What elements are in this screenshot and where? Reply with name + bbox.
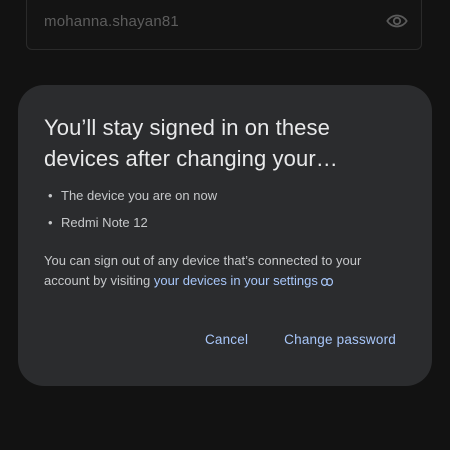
eye-icon[interactable] xyxy=(385,9,409,33)
settings-link-label: your devices in your settings xyxy=(153,273,318,288)
signed-in-devices-dialog: You’ll stay signed in on these devices a… xyxy=(18,85,432,386)
device-item-redmi: • Redmi Note 12 xyxy=(48,215,217,231)
dialog-title: You’ll stay signed in on these devices a… xyxy=(44,115,338,171)
dialog-body-text: You can sign out of any device that’s co… xyxy=(44,251,410,291)
device-label: Redmi Note 12 xyxy=(61,215,148,230)
device-label: The device you are on now xyxy=(61,188,218,203)
device-item-current: • The device you are on now xyxy=(48,188,217,204)
device-list: • The device you are on now • Redmi Note… xyxy=(48,188,217,242)
link-icon xyxy=(320,278,333,286)
page: mohanna.shayan81 You’ll stay signed in o… xyxy=(0,0,450,450)
password-field[interactable]: mohanna.shayan81 xyxy=(26,0,422,50)
dialog-actions: Cancel Change password xyxy=(195,328,406,351)
change-password-button[interactable]: Change password xyxy=(274,328,406,351)
devices-settings-link[interactable]: your devices in your settings xyxy=(154,273,333,288)
bullet-icon: • xyxy=(48,215,53,230)
password-field-value: mohanna.shayan81 xyxy=(44,13,179,30)
bullet-icon: • xyxy=(48,188,53,203)
cancel-button[interactable]: Cancel xyxy=(195,328,258,351)
